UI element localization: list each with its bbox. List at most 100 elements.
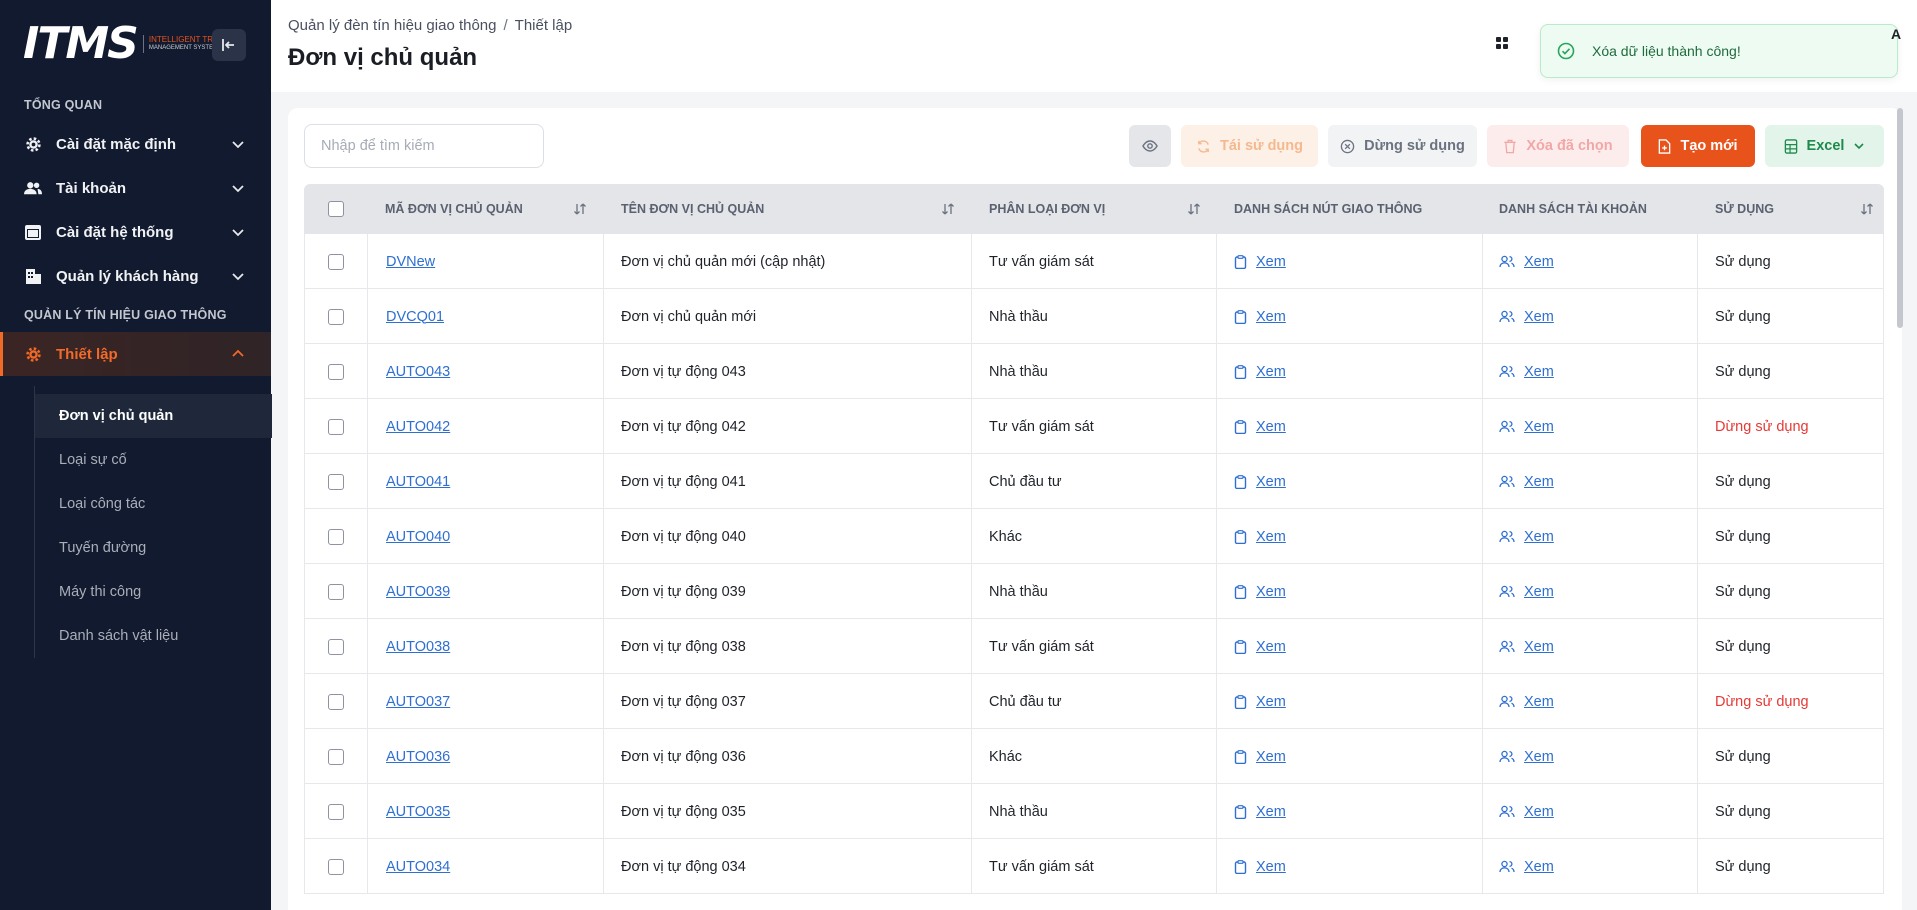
sort-icon[interactable] (1860, 202, 1874, 219)
row-checkbox[interactable] (328, 253, 344, 270)
view-nodes-link[interactable]: Xem (1234, 419, 1286, 435)
create-new-button[interactable]: Tạo mới (1641, 125, 1755, 167)
view-nodes-link[interactable]: Xem (1234, 309, 1286, 325)
view-nodes-link[interactable]: Xem (1234, 639, 1286, 655)
view-accounts-link[interactable]: Xem (1499, 859, 1554, 875)
unit-code-link[interactable]: AUTO040 (386, 529, 450, 545)
row-checkbox[interactable] (328, 803, 344, 820)
view-accounts-link[interactable]: Xem (1499, 474, 1554, 490)
sidebar-item-system-settings[interactable]: Cài đặt hệ thống (0, 210, 271, 254)
nodes-cell: Xem (1234, 399, 1474, 454)
stop-using-button[interactable]: Dừng sử dụng (1328, 125, 1477, 167)
name-cell: Đơn vị tự động 041 (621, 454, 966, 509)
unit-code-link[interactable]: AUTO036 (386, 749, 450, 765)
accounts-cell: Xem (1499, 619, 1689, 674)
sort-icon[interactable] (1187, 202, 1201, 219)
row-checkbox[interactable] (328, 858, 344, 875)
code-cell: AUTO043 (386, 344, 596, 399)
unit-code-link[interactable]: AUTO039 (386, 584, 450, 600)
view-accounts-link[interactable]: Xem (1499, 364, 1554, 380)
view-nodes-link[interactable]: Xem (1234, 254, 1286, 270)
app-grid-button[interactable] (1491, 32, 1513, 54)
unit-code-link[interactable]: AUTO035 (386, 804, 450, 820)
view-nodes-label: Xem (1256, 418, 1286, 435)
column-visibility-button[interactable] (1129, 125, 1171, 167)
view-nodes-link[interactable]: Xem (1234, 584, 1286, 600)
submenu-item-owner-unit[interactable]: Đơn vị chủ quản (35, 394, 272, 438)
row-checkbox[interactable] (328, 583, 344, 600)
submenu-item-machines[interactable]: Máy thi công (35, 570, 272, 614)
unit-code-link[interactable]: DVNew (386, 254, 435, 270)
breadcrumb-item[interactable]: Thiết lập (515, 17, 573, 34)
row-checkbox[interactable] (328, 528, 344, 545)
excel-export-button[interactable]: Excel (1765, 125, 1884, 167)
code-cell: AUTO035 (386, 784, 596, 839)
select-all-checkbox[interactable] (328, 201, 344, 217)
view-nodes-link[interactable]: Xem (1234, 694, 1286, 710)
header-code[interactable]: MÃ ĐƠN VỊ CHỦ QUẢN (385, 184, 603, 234)
view-nodes-link[interactable]: Xem (1234, 804, 1286, 820)
view-accounts-link[interactable]: Xem (1499, 254, 1554, 270)
page-title: Đơn vị chủ quản (288, 44, 478, 71)
delete-selected-button[interactable]: Xóa đã chọn (1487, 125, 1629, 167)
view-accounts-link[interactable]: Xem (1499, 749, 1554, 765)
submenu-item-materials[interactable]: Danh sách vật liệu (35, 614, 272, 658)
search-input[interactable] (304, 124, 544, 168)
page-scrollbar[interactable] (1897, 108, 1903, 328)
view-nodes-link[interactable]: Xem (1234, 859, 1286, 875)
header-name[interactable]: TÊN ĐƠN VỊ CHỦ QUẢN (621, 184, 971, 234)
view-accounts-link[interactable]: Xem (1499, 529, 1554, 545)
row-checkbox[interactable] (328, 693, 344, 710)
view-accounts-link[interactable]: Xem (1499, 584, 1554, 600)
user-avatar-initial[interactable]: A (1891, 26, 1901, 42)
view-accounts-label: Xem (1524, 748, 1554, 765)
sidebar-item-setup[interactable]: Thiết lập (0, 332, 271, 376)
row-checkbox[interactable] (328, 473, 344, 490)
row-checkbox[interactable] (328, 363, 344, 380)
breadcrumb-item[interactable]: Quản lý đèn tín hiệu giao thông (288, 17, 497, 34)
collapse-sidebar-button[interactable] (212, 29, 246, 61)
column-divider (367, 234, 368, 894)
type-cell: Tư vấn giám sát (989, 619, 1211, 674)
row-checkbox[interactable] (328, 748, 344, 765)
unit-code-link[interactable]: AUTO043 (386, 364, 450, 380)
view-accounts-link[interactable]: Xem (1499, 804, 1554, 820)
file-plus-icon (1658, 138, 1671, 154)
eye-icon (1142, 140, 1158, 152)
view-accounts-link[interactable]: Xem (1499, 639, 1554, 655)
view-nodes-link[interactable]: Xem (1234, 749, 1286, 765)
view-nodes-label: Xem (1256, 308, 1286, 325)
accounts-cell: Xem (1499, 674, 1689, 729)
unit-code-link[interactable]: AUTO042 (386, 419, 450, 435)
trash-icon (1503, 139, 1517, 154)
unit-code-link[interactable]: DVCQ01 (386, 309, 444, 325)
view-nodes-link[interactable]: Xem (1234, 529, 1286, 545)
view-accounts-link[interactable]: Xem (1499, 419, 1554, 435)
users-icon (1499, 585, 1515, 598)
sidebar-item-accounts[interactable]: Tài khoản (0, 166, 271, 210)
reuse-button[interactable]: Tái sử dụng (1181, 125, 1318, 167)
unit-code-link[interactable]: AUTO038 (386, 639, 450, 655)
view-nodes-link[interactable]: Xem (1234, 474, 1286, 490)
submenu-item-work-type[interactable]: Loại công tác (35, 482, 272, 526)
view-nodes-link[interactable]: Xem (1234, 364, 1286, 380)
row-checkbox[interactable] (328, 308, 344, 325)
submenu-item-routes[interactable]: Tuyến đường (35, 526, 272, 570)
sort-icon[interactable] (573, 202, 587, 219)
header-status[interactable]: SỬ DỤNG (1715, 184, 1884, 234)
row-checkbox[interactable] (328, 638, 344, 655)
name-cell: Đơn vị tự động 034 (621, 839, 966, 894)
row-checkbox[interactable] (328, 418, 344, 435)
unit-code-link[interactable]: AUTO041 (386, 474, 450, 490)
unit-name: Đơn vị tự động 041 (621, 473, 746, 490)
sidebar-item-default-settings[interactable]: Cài đặt mặc định (0, 122, 271, 166)
submenu-item-incident-type[interactable]: Loại sự cố (35, 438, 272, 482)
unit-code-link[interactable]: AUTO037 (386, 694, 450, 710)
sort-icon[interactable] (941, 202, 955, 219)
view-accounts-link[interactable]: Xem (1499, 694, 1554, 710)
view-accounts-link[interactable]: Xem (1499, 309, 1554, 325)
unit-code-link[interactable]: AUTO034 (386, 859, 450, 875)
sidebar-item-customer-management[interactable]: Quản lý khách hàng (0, 254, 271, 298)
refresh-icon (1196, 139, 1211, 154)
header-type[interactable]: PHÂN LOẠI ĐƠN VỊ (989, 184, 1217, 234)
